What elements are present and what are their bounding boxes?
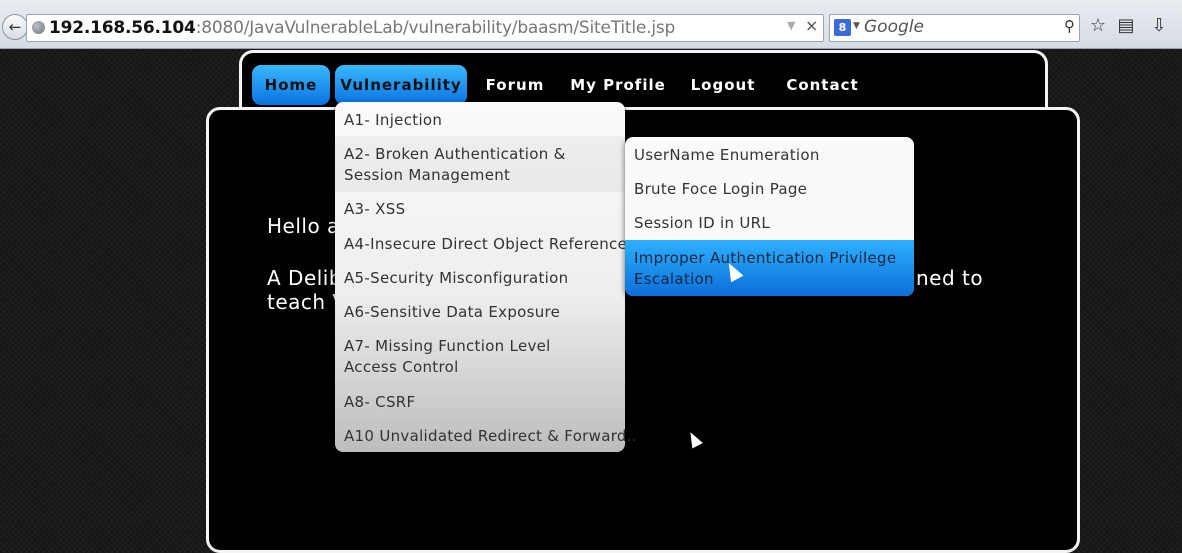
nav-logout[interactable]: Logout bbox=[687, 65, 759, 105]
submenu-item-brute-force-login[interactable]: Brute Foce Login Page bbox=[634, 179, 909, 200]
menu-item-a3-xss[interactable]: A3- XSS bbox=[344, 199, 622, 220]
menu-item-a1-injection[interactable]: A1- Injection bbox=[344, 110, 622, 131]
submenu-item-username-enumeration[interactable]: UserName Enumeration bbox=[634, 145, 909, 166]
nav-contact[interactable]: Contact bbox=[780, 65, 865, 105]
nav-my-profile[interactable]: My Profile bbox=[568, 65, 668, 105]
search-magnifier-icon[interactable]: ⚲ bbox=[1064, 17, 1075, 35]
search-placeholder: Google bbox=[864, 17, 924, 37]
intro-line-1-end: ned to bbox=[916, 266, 984, 290]
search-engine-icon[interactable]: 8 bbox=[834, 19, 851, 36]
menu-item-a5-misconfig[interactable]: A5-Security Misconfiguration bbox=[344, 268, 622, 289]
welcome-heading: Hello a bbox=[267, 214, 340, 238]
a2-submenu: UserName Enumeration Brute Foce Login Pa… bbox=[625, 137, 914, 296]
back-arrow-icon: ← bbox=[8, 18, 22, 36]
site-nav: Home Vulnerability Forum My Profile Logo… bbox=[239, 50, 1048, 109]
back-button[interactable]: ← bbox=[2, 14, 28, 40]
bookmark-star-icon[interactable]: ☆ bbox=[1087, 15, 1109, 36]
menu-item-a7-access-control[interactable]: A7- Missing Function Level Access Contro… bbox=[344, 336, 606, 378]
vulnerability-dropdown: A1- Injection A2- Broken Authentication … bbox=[335, 102, 637, 452]
nav-forum[interactable]: Forum bbox=[475, 65, 555, 105]
browser-toolbar: ← 192.168.56.104:8080/JavaVulnerableLab/… bbox=[0, 0, 1182, 49]
menu-item-a10-redirect[interactable]: A10 Unvalidated Redirect & Forward.. bbox=[344, 426, 637, 447]
engine-dropdown-icon[interactable]: ▼ bbox=[853, 21, 860, 31]
nav-vulnerability[interactable]: Vulnerability bbox=[335, 65, 467, 105]
search-bar[interactable]: 8 ▼ Google ⚲ bbox=[829, 14, 1080, 42]
submenu-item-privilege-escalation[interactable]: Improper Authentication Privilege Escala… bbox=[634, 248, 909, 290]
menu-item-a4-idor[interactable]: A4-Insecure Direct Object References bbox=[344, 234, 635, 255]
nav-home[interactable]: Home bbox=[252, 65, 330, 105]
menu-item-a8-csrf[interactable]: A8- CSRF bbox=[344, 392, 622, 413]
intro-line-1-start: A Delib bbox=[267, 266, 343, 290]
menu-item-a2-broken-auth[interactable]: A2- Broken Authentication & Session Mana… bbox=[344, 144, 619, 186]
url-dropdown-icon[interactable]: ▼ bbox=[787, 19, 795, 32]
bookmarks-list-icon[interactable]: ▤ bbox=[1115, 15, 1137, 36]
submenu-item-session-id-url[interactable]: Session ID in URL bbox=[634, 213, 909, 234]
download-icon[interactable]: ⇩ bbox=[1148, 15, 1170, 36]
menu-item-a6-data-exposure[interactable]: A6-Sensitive Data Exposure bbox=[344, 302, 622, 323]
globe-icon bbox=[32, 21, 45, 34]
url-text: 192.168.56.104:8080/JavaVulnerableLab/vu… bbox=[49, 18, 676, 38]
stop-icon[interactable]: × bbox=[805, 16, 818, 35]
address-bar[interactable]: 192.168.56.104:8080/JavaVulnerableLab/vu… bbox=[26, 14, 824, 42]
